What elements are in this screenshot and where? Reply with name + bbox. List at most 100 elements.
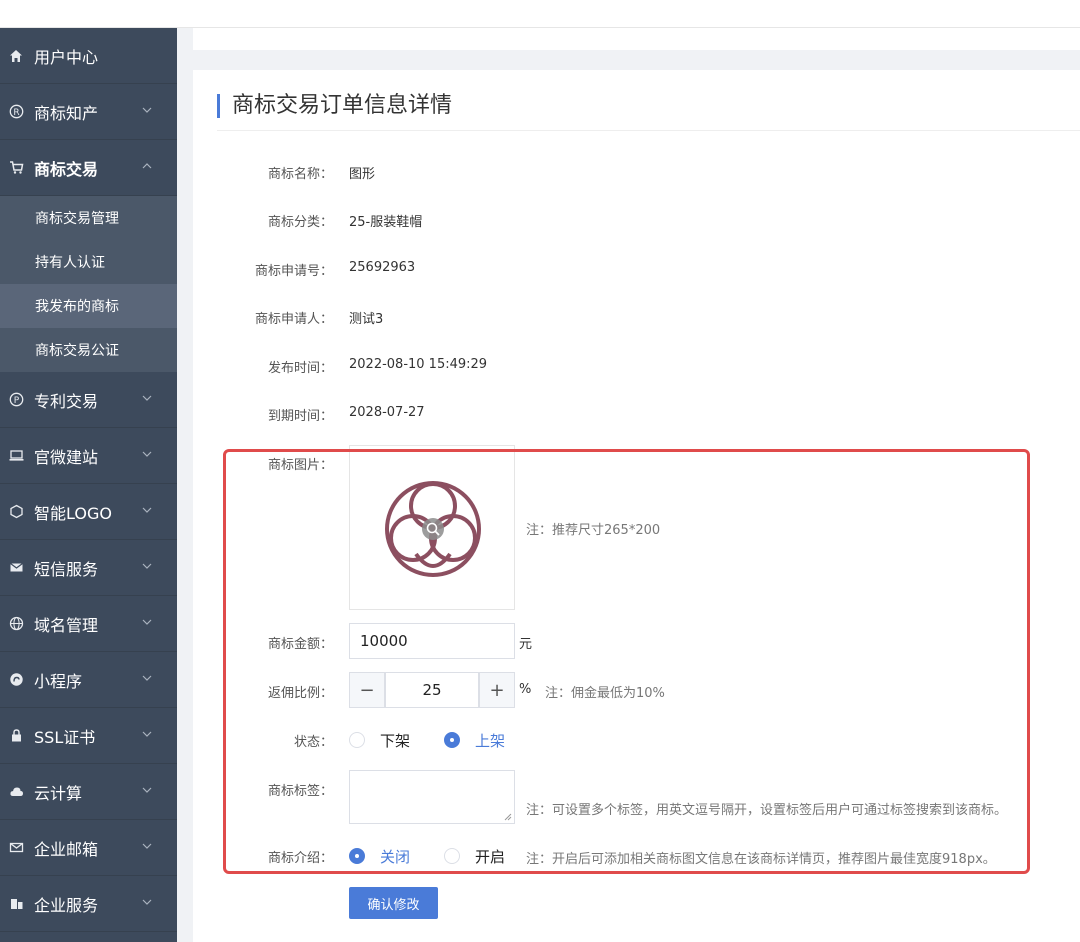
sidebar-item-label: 用户中心 (34, 47, 99, 67)
chevron-down-icon (142, 107, 152, 113)
shopping-cart-icon (8, 160, 24, 176)
envelope-icon (8, 840, 24, 856)
sidebar-item-label: 官微建站 (34, 447, 99, 467)
amount-unit: 元 (519, 637, 533, 652)
globe-icon (8, 616, 24, 632)
sidebar-subitem-label: 我发布的商标 (35, 299, 119, 315)
chevron-down-icon (142, 507, 152, 513)
svg-text:P: P (13, 396, 19, 406)
resize-handle-icon[interactable] (503, 812, 512, 821)
sidebar-subitem-my-trademarks[interactable]: 我发布的商标 (0, 284, 177, 328)
ratio-unit: % (519, 682, 532, 697)
intro-off-label[interactable]: 关闭 (380, 846, 410, 867)
intro-note: 注：开启后可添加相关商标图文信息在该商标详情页，推荐图片最佳宽度918px。 (526, 852, 996, 867)
minus-icon: − (359, 679, 375, 701)
sidebar-item-user-center[interactable]: 用户中心 (0, 28, 177, 84)
status-off-label[interactable]: 下架 (380, 730, 410, 751)
title-divider (217, 130, 1080, 131)
application-number-label: 商标申请号： (254, 264, 333, 279)
chevron-down-icon (142, 675, 152, 681)
svg-text:R: R (13, 108, 19, 118)
sidebar-item-ssl-certificate[interactable]: SSL证书 (0, 708, 177, 764)
ratio-input-value: 25 (422, 681, 442, 699)
sidebar-item-label: 智能LOGO (34, 503, 112, 523)
sidebar-item-label: SSL证书 (34, 727, 96, 747)
sidebar-item-site-builder[interactable]: 官微建站 (0, 428, 177, 484)
expire-time-value: 2028-07-27 (349, 405, 425, 420)
sidebar-item-trademark-ip[interactable]: R 商标知产 (0, 84, 177, 140)
sidebar-item-trademark-trade[interactable]: 商标交易 (0, 140, 177, 196)
ratio-increment-button[interactable]: + (479, 672, 515, 708)
intro-off-radio[interactable] (349, 848, 365, 864)
mail-icon (8, 560, 24, 576)
tags-label: 商标标签： (267, 784, 333, 799)
home-icon (8, 48, 24, 64)
top-bar (0, 0, 1080, 28)
plus-icon: + (489, 679, 505, 701)
tags-textarea[interactable] (349, 770, 515, 824)
sidebar-item-smart-logo[interactable]: 智能LOGO (0, 484, 177, 540)
sidebar-subitem-label: 商标交易管理 (35, 211, 119, 227)
ratio-note: 注：佣金最低为10% (545, 686, 665, 701)
amount-input-value: 10000 (360, 632, 408, 650)
mini-program-icon (8, 672, 24, 688)
trademark-image-upload[interactable] (349, 445, 515, 610)
lock-icon (8, 728, 24, 744)
ratio-input[interactable]: 25 (385, 672, 479, 708)
sidebar-item-sms-service[interactable]: 短信服务 (0, 540, 177, 596)
applicant-value: 测试3 (349, 312, 384, 327)
intro-on-radio[interactable] (444, 848, 460, 864)
sidebar-subitem-trade-notarization[interactable]: 商标交易公证 (0, 328, 177, 372)
trademark-logo-image (385, 481, 481, 577)
publish-time-label: 发布时间： (267, 361, 333, 376)
amount-input[interactable]: 10000 (349, 623, 515, 659)
status-on-label[interactable]: 上架 (475, 730, 505, 751)
chevron-down-icon (142, 787, 152, 793)
amount-label: 商标金额： (267, 637, 333, 652)
status-label: 状态： (293, 735, 333, 750)
image-size-note: 注：推荐尺寸265*200 (526, 523, 661, 538)
sidebar-item-label: 商标知产 (34, 103, 99, 123)
laptop-icon (8, 448, 24, 464)
ratio-decrement-button[interactable]: − (349, 672, 385, 708)
sidebar-subitem-holder-verification[interactable]: 持有人认证 (0, 240, 177, 284)
patent-icon: P (8, 392, 24, 408)
sidebar-item-label: 专利交易 (34, 391, 99, 411)
sidebar-item-label: 小程序 (34, 671, 83, 691)
status-on-radio[interactable] (444, 732, 460, 748)
sidebar-subitem-trade-management[interactable]: 商标交易管理 (0, 196, 177, 240)
sidebar-subitem-label: 商标交易公证 (35, 343, 119, 359)
sidebar-item-mini-program[interactable]: 小程序 (0, 652, 177, 708)
sidebar: 用户中心 R 商标知产 商标交易 商标交易管理 持有人认证 我发布的商标 商标交… (0, 28, 177, 942)
applicant-label: 商标申请人： (254, 312, 333, 327)
trademark-class-value: 25-服装鞋帽 (349, 215, 423, 230)
sidebar-item-enterprise-mail[interactable]: 企业邮箱 (0, 820, 177, 876)
chevron-down-icon (142, 619, 152, 625)
tags-note: 注：可设置多个标签，用英文逗号隔开，设置标签后用户可通过标签搜索到该商标。 (526, 803, 1008, 818)
hexagon-icon (8, 504, 24, 520)
sidebar-item-enterprise-service[interactable]: 企业服务 (0, 876, 177, 932)
cloud-icon (8, 784, 24, 800)
status-off-radio[interactable] (349, 732, 365, 748)
sidebar-item-label: 短信服务 (34, 559, 99, 579)
trademark-name-label: 商标名称： (267, 167, 333, 182)
sidebar-item-label: 企业邮箱 (34, 839, 99, 859)
sidebar-item-label: 商标交易 (34, 159, 99, 179)
sidebar-item-patent-trade[interactable]: P 专利交易 (0, 372, 177, 428)
sidebar-item-domain-management[interactable]: 域名管理 (0, 596, 177, 652)
application-number-value: 25692963 (349, 260, 416, 275)
sidebar-item-label: 企业服务 (34, 895, 99, 915)
trademark-name-value: 图形 (349, 167, 376, 182)
chevron-down-icon (142, 451, 152, 457)
intro-on-label[interactable]: 开启 (475, 846, 505, 867)
sidebar-item-cloud-computing[interactable]: 云计算 (0, 764, 177, 820)
chevron-down-icon (142, 899, 152, 905)
trademark-image-label: 商标图片： (267, 458, 333, 473)
registered-icon: R (8, 104, 24, 120)
confirm-edit-button[interactable]: 确认修改 (349, 887, 438, 919)
expire-time-label: 到期时间： (267, 409, 333, 424)
building-icon (8, 896, 24, 912)
breadcrumb (193, 28, 1080, 50)
sidebar-item-label: 云计算 (34, 783, 83, 803)
chevron-up-icon (142, 163, 152, 169)
